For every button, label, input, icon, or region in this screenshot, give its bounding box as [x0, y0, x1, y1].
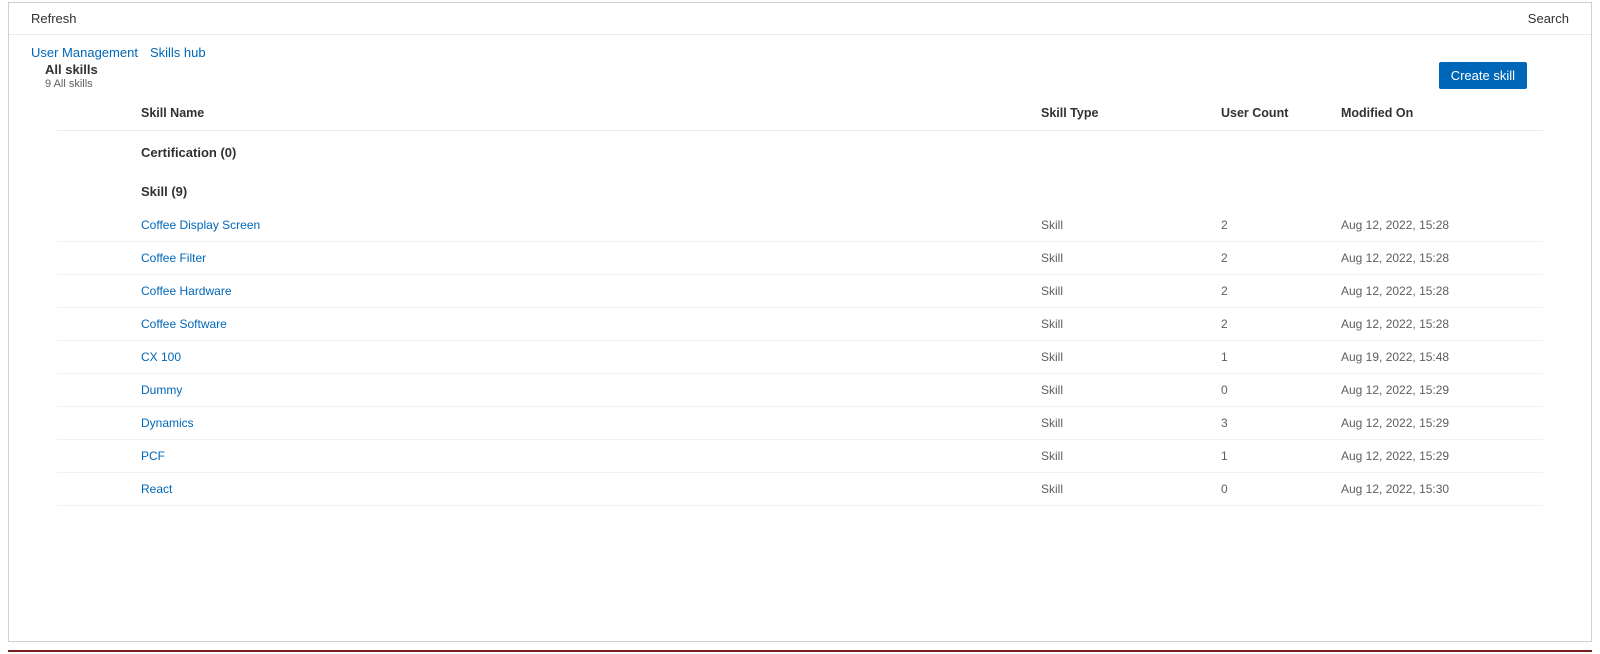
skill-link[interactable]: Coffee Software	[141, 317, 227, 331]
cell-modified-on: Aug 12, 2022, 15:28	[1333, 209, 1543, 242]
table-row[interactable]: PCF Skill1Aug 12, 2022, 15:29	[57, 440, 1543, 473]
table-row[interactable]: CX 100 Skill1Aug 19, 2022, 15:48	[57, 341, 1543, 374]
table-row[interactable]: React Skill0Aug 12, 2022, 15:30	[57, 473, 1543, 506]
col-skill-type[interactable]: Skill Type	[1033, 96, 1213, 131]
skill-link[interactable]: Coffee Hardware	[141, 284, 232, 298]
cell-modified-on: Aug 12, 2022, 15:29	[1333, 440, 1543, 473]
cell-user-count: 1	[1213, 341, 1333, 374]
cell-user-count: 0	[1213, 374, 1333, 407]
cell-skill-type: Skill	[1033, 275, 1213, 308]
row-spacer	[57, 275, 133, 308]
cell-modified-on: Aug 12, 2022, 15:28	[1333, 308, 1543, 341]
col-modified-on[interactable]: Modified On	[1333, 96, 1543, 131]
cell-skill-name: Dynamics	[133, 407, 1033, 440]
row-spacer	[57, 341, 133, 374]
cell-modified-on: Aug 12, 2022, 15:29	[1333, 374, 1543, 407]
cell-modified-on: Aug 12, 2022, 15:30	[1333, 473, 1543, 506]
breadcrumb-user-management[interactable]: User Management	[31, 45, 138, 60]
search-button[interactable]: Search	[1528, 11, 1569, 26]
table-row[interactable]: Coffee Filter Skill2Aug 12, 2022, 15:28	[57, 242, 1543, 275]
cell-skill-name: PCF	[133, 440, 1033, 473]
cell-modified-on: Aug 12, 2022, 15:28	[1333, 242, 1543, 275]
cell-user-count: 2	[1213, 275, 1333, 308]
cell-modified-on: Aug 12, 2022, 15:29	[1333, 407, 1543, 440]
col-spacer	[57, 96, 133, 131]
cell-skill-type: Skill	[1033, 242, 1213, 275]
table-row[interactable]: Coffee Software Skill2Aug 12, 2022, 15:28	[57, 308, 1543, 341]
col-user-count[interactable]: User Count	[1213, 96, 1333, 131]
cell-user-count: 1	[1213, 440, 1333, 473]
cell-modified-on: Aug 19, 2022, 15:48	[1333, 341, 1543, 374]
cell-user-count: 2	[1213, 209, 1333, 242]
cell-skill-name: Dummy	[133, 374, 1033, 407]
cell-user-count: 3	[1213, 407, 1333, 440]
page-subtitle: 9 All skills	[45, 78, 98, 90]
skill-link[interactable]: PCF	[141, 449, 165, 463]
row-spacer	[57, 407, 133, 440]
col-skill-name[interactable]: Skill Name	[133, 96, 1033, 131]
skill-link[interactable]: CX 100	[141, 350, 181, 364]
skill-link[interactable]: Coffee Filter	[141, 251, 206, 265]
cell-skill-name: Coffee Software	[133, 308, 1033, 341]
group-skill[interactable]: Skill (9)	[57, 170, 1543, 209]
cell-skill-type: Skill	[1033, 341, 1213, 374]
cell-skill-name: Coffee Filter	[133, 242, 1033, 275]
breadcrumb-skills-hub[interactable]: Skills hub	[150, 45, 206, 60]
create-skill-button[interactable]: Create skill	[1439, 62, 1527, 89]
page-header: All skills 9 All skills Create skill	[9, 62, 1591, 96]
row-spacer	[57, 473, 133, 506]
cell-skill-type: Skill	[1033, 473, 1213, 506]
table-row[interactable]: Coffee Display Screen Skill2Aug 12, 2022,…	[57, 209, 1543, 242]
cell-skill-name: CX 100	[133, 341, 1033, 374]
row-spacer	[57, 440, 133, 473]
cell-skill-type: Skill	[1033, 407, 1213, 440]
skill-link[interactable]: Dummy	[141, 383, 182, 397]
cell-modified-on: Aug 12, 2022, 15:28	[1333, 275, 1543, 308]
skill-link[interactable]: React	[141, 482, 172, 496]
cell-skill-type: Skill	[1033, 209, 1213, 242]
cell-user-count: 0	[1213, 473, 1333, 506]
cell-skill-name: Coffee Display Screen	[133, 209, 1033, 242]
refresh-button[interactable]: Refresh	[31, 11, 77, 26]
cell-skill-name: React	[133, 473, 1033, 506]
cell-skill-type: Skill	[1033, 374, 1213, 407]
table-row[interactable]: Dummy Skill0Aug 12, 2022, 15:29	[57, 374, 1543, 407]
skills-table-wrap: Skill Name Skill Type User Count Modifie…	[9, 96, 1591, 506]
breadcrumb: User Management Skills hub	[9, 35, 1591, 62]
table-row[interactable]: Coffee Hardware Skill2Aug 12, 2022, 15:28	[57, 275, 1543, 308]
page-title: All skills	[45, 62, 98, 77]
group-certification[interactable]: Certification (0)	[57, 131, 1543, 171]
skill-link[interactable]: Dynamics	[141, 416, 194, 430]
command-bar: Refresh Search	[9, 3, 1591, 35]
cell-user-count: 2	[1213, 308, 1333, 341]
row-spacer	[57, 374, 133, 407]
skills-table: Skill Name Skill Type User Count Modifie…	[57, 96, 1543, 506]
cell-skill-name: Coffee Hardware	[133, 275, 1033, 308]
skill-link[interactable]: Coffee Display Screen	[141, 218, 260, 232]
app-frame: Refresh Search User Management Skills hu…	[8, 2, 1592, 642]
row-spacer	[57, 209, 133, 242]
cell-skill-type: Skill	[1033, 440, 1213, 473]
row-spacer	[57, 242, 133, 275]
cell-user-count: 2	[1213, 242, 1333, 275]
group-certification-label: Certification (0)	[133, 131, 1543, 171]
table-row[interactable]: Dynamics Skill3Aug 12, 2022, 15:29	[57, 407, 1543, 440]
row-spacer	[57, 308, 133, 341]
cell-skill-type: Skill	[1033, 308, 1213, 341]
group-skill-label: Skill (9)	[133, 170, 1543, 209]
